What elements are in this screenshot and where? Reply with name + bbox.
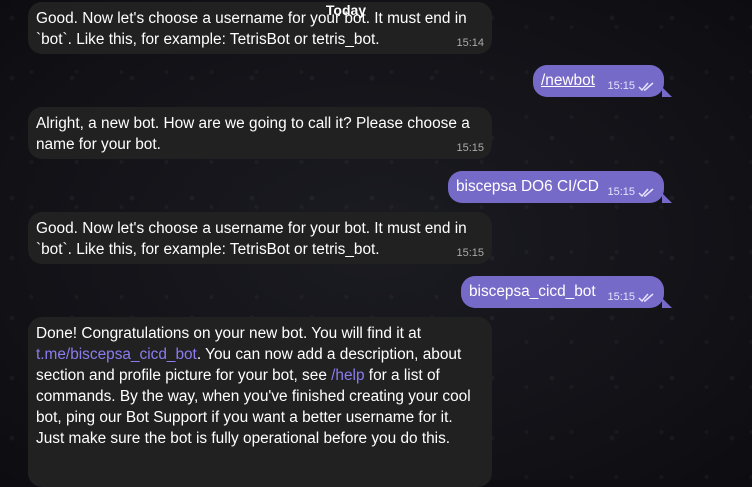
double-check-icon [638, 187, 654, 197]
outgoing-message[interactable]: /newbot 15:15 [533, 65, 672, 97]
message-time: 15:15 [456, 247, 484, 259]
bot-link[interactable]: t.me/biscepsa_cicd_bot [36, 346, 197, 363]
incoming-message[interactable]: Good. Now let's choose a username for yo… [28, 2, 492, 54]
incoming-message[interactable]: Alright, a new bot. How are we going to … [28, 107, 492, 159]
double-check-icon [638, 292, 654, 302]
message-text: Alright, a new bot. How are we going to … [36, 115, 470, 153]
bubble-tail [662, 193, 672, 203]
message-meta: 15:15 [607, 290, 656, 304]
double-check-icon [638, 81, 654, 91]
message-meta: 15:15 [607, 79, 656, 93]
message-time: 15:15 [607, 291, 635, 303]
date-separator: Today [325, 2, 367, 18]
outgoing-message[interactable]: biscepsa DO6 CI/CD 15:15 [448, 171, 672, 203]
message-meta: 15:14 [456, 36, 484, 50]
incoming-message[interactable]: Done! Congratulations on your new bot. Y… [28, 317, 492, 487]
bubble-tail [662, 298, 672, 308]
message-time: 15:15 [456, 142, 484, 154]
message-text: biscepsa DO6 CI/CD [456, 178, 599, 195]
message-meta: 15:15 [456, 246, 484, 260]
message-time: 15:15 [607, 186, 635, 198]
message-time: 15:14 [456, 37, 484, 49]
message-text-part: Done! Congratulations on your new bot. Y… [36, 325, 422, 342]
message-meta: 15:15 [607, 185, 656, 199]
message-text: Good. Now let's choose a username for yo… [36, 220, 467, 258]
message-text: Good. Now let's choose a username for yo… [36, 10, 467, 48]
help-command-link[interactable]: /help [331, 367, 364, 384]
message-meta: 15:15 [456, 141, 484, 155]
bubble-tail [662, 87, 672, 97]
command-link[interactable]: /newbot [541, 72, 595, 89]
message-text: biscepsa_cicd_bot [469, 283, 596, 300]
message-time: 15:15 [607, 80, 635, 92]
outgoing-message[interactable]: biscepsa_cicd_bot 15:15 [461, 276, 672, 308]
incoming-message[interactable]: Good. Now let's choose a username for yo… [28, 212, 492, 264]
